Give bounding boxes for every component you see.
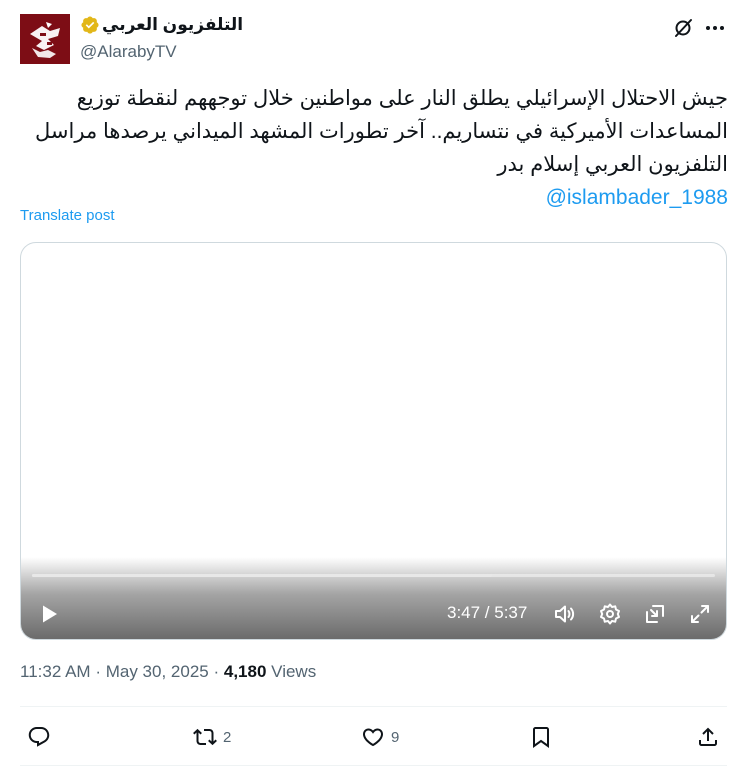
fullscreen-icon[interactable] xyxy=(688,602,712,626)
views-count: 4,180 xyxy=(223,662,267,681)
post-body-text: جيش الاحتلال الإسرائيلي يطلق النار على م… xyxy=(35,87,728,176)
views-label: Views xyxy=(271,662,317,681)
post-meta: 11:32 AM · May 30, 2025 · 4,180 Views xyxy=(20,662,316,682)
volume-icon[interactable] xyxy=(553,602,577,626)
display-name-text: التلفزيون العربي xyxy=(102,15,244,34)
play-icon[interactable] xyxy=(37,602,61,626)
reply-icon xyxy=(28,727,50,747)
like-button[interactable]: 9 xyxy=(361,725,399,749)
meta-separator: · xyxy=(213,662,220,681)
divider xyxy=(20,706,727,707)
mention-link[interactable]: @islambader_1988 xyxy=(20,181,728,214)
video-progress-bar[interactable] xyxy=(32,574,715,577)
avatar[interactable] xyxy=(20,14,70,64)
post-page: التلفزيون العربي @AlarabyTV جيش الاحتلال… xyxy=(0,0,747,766)
account-handle[interactable]: @AlarabyTV xyxy=(80,42,177,62)
post-text: جيش الاحتلال الإسرائيلي يطلق النار على م… xyxy=(20,82,728,214)
post-time[interactable]: 11:32 AM xyxy=(20,662,91,681)
logo-icon xyxy=(20,14,70,64)
bookmark-button[interactable] xyxy=(529,725,553,749)
verified-badge-icon xyxy=(80,15,100,35)
picture-in-picture-icon[interactable] xyxy=(643,602,667,626)
bookmark-icon xyxy=(533,727,549,748)
post-date[interactable]: May 30, 2025 xyxy=(106,662,209,681)
share-icon xyxy=(699,727,717,746)
video-player[interactable]: 3:47 / 5:37 xyxy=(20,242,727,640)
more-options-icon[interactable] xyxy=(703,16,727,40)
video-controls-gradient xyxy=(21,557,726,639)
grok-icon[interactable] xyxy=(671,16,695,40)
share-button[interactable] xyxy=(696,725,720,749)
video-time-display: 3:47 / 5:37 xyxy=(447,603,528,622)
video-progress-fill xyxy=(32,574,493,577)
heart-icon xyxy=(362,728,384,747)
repost-count: 2 xyxy=(223,728,232,746)
settings-gear-icon[interactable] xyxy=(598,602,622,626)
meta-separator: · xyxy=(95,662,101,681)
translate-post-link[interactable]: Translate post xyxy=(20,207,115,224)
repost-button[interactable]: 2 xyxy=(193,725,231,749)
repost-icon xyxy=(193,728,217,746)
like-count: 9 xyxy=(391,728,400,746)
reply-button[interactable] xyxy=(27,725,57,749)
display-name[interactable]: التلفزيون العربي xyxy=(80,15,243,35)
